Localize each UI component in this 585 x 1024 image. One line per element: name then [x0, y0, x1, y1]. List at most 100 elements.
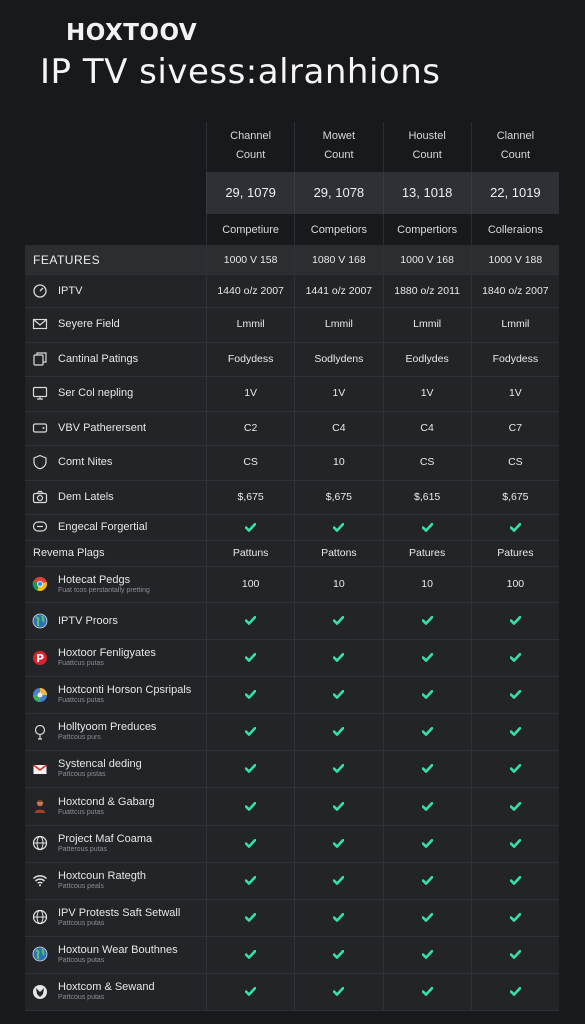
service-text: Hoxtoun Wear Bouthnes Pattcous putas: [58, 943, 178, 964]
table-row[interactable]: Hoxtoun Wear Bouthnes Pattcous putas: [25, 935, 559, 974]
column-header: Channel Count: [206, 122, 294, 172]
monitor-icon: [32, 385, 48, 401]
table-row[interactable]: Hoxtcond & Gabarg Fuattcus putas: [25, 787, 559, 826]
column-count-row: 29, 1079 29, 1078 13, 1018 22, 1019: [206, 172, 559, 214]
check-icon: [382, 973, 471, 1011]
table-cell: Fodydess: [206, 341, 294, 376]
table-row[interactable]: Engecal Forgertial: [25, 514, 559, 541]
check-icon: [470, 676, 559, 714]
table-row[interactable]: Project Maf Coama Patterous putas: [25, 824, 559, 863]
feature-label: Cantinal Patings: [25, 342, 206, 377]
check-icon: [206, 787, 294, 825]
check-icon: [206, 861, 294, 899]
table-cell: C2: [206, 410, 294, 445]
check-icon: [206, 639, 294, 677]
table-cell: 1V: [470, 376, 559, 411]
service-text: Hoxtcond & Gabarg Fuattcus putas: [58, 795, 155, 816]
column-header-row: Channel Count Mowet Count Houstel Count Cla…: [206, 122, 559, 172]
table-row[interactable]: Hoxtcom & Sewand Pattcous putas: [25, 973, 559, 1012]
column-header: Houstel Count: [382, 122, 471, 172]
check-icon: [470, 639, 559, 677]
table-row[interactable]: Holltyoom Preduces Pattcous purs: [25, 713, 559, 752]
check-icon: [294, 602, 382, 640]
check-icon: [206, 676, 294, 714]
svg-text:P: P: [36, 652, 44, 665]
check-icon: [206, 898, 294, 936]
table-row[interactable]: Hoxtcoun Rategth Pattcous peals: [25, 861, 559, 900]
check-icon: [294, 514, 382, 540]
check-icon: [294, 676, 382, 714]
check-icon: [382, 639, 471, 677]
table-row[interactable]: IPV Protests Saft Setwall Pattcous putas: [25, 898, 559, 937]
table-row[interactable]: Systencal deding Pattcous pistas: [25, 750, 559, 789]
service-label: Hoxtcoun Rategth Pattcous peals: [25, 862, 206, 899]
feature-text: Dem Latels: [58, 490, 114, 503]
table-cell: 10: [294, 445, 382, 480]
table-row[interactable]: FEATURES 1000 V 158 1080 V 168 1000 V 168 10…: [25, 245, 559, 275]
service-text: Hotecat Pedgs Fuat tcos perstantally pret…: [58, 573, 150, 594]
service-sublabel: Fuattcus putas: [58, 660, 104, 668]
check-icon: [382, 514, 471, 540]
table-row[interactable]: Dem Latels $,675 $,675 $,615 $,675: [25, 479, 559, 515]
table-row[interactable]: Ser Col nepling 1V 1V 1V 1V: [25, 376, 559, 412]
service-sublabel: Pattcous putas: [58, 994, 105, 1002]
check-icon: [382, 787, 471, 825]
service-sublabel: Pattcous peals: [58, 882, 104, 890]
check-icon: [470, 602, 559, 640]
table-row[interactable]: Revema Plags Pattuns Pattons Patures Patures: [25, 540, 559, 567]
table-row[interactable]: Seyere Field Lmmil Lmmil Lmmil Lmmil: [25, 307, 559, 343]
table-row[interactable]: IPTV Proors: [25, 602, 559, 641]
table-row[interactable]: VBV Patherersent C2 C4 C4 C7: [25, 410, 559, 446]
table-row[interactable]: Hotecat Pedgs Fuat tcos perstantally pret…: [25, 566, 559, 603]
service-label: Hoxtcom & Sewand Pattcous putas: [25, 973, 206, 1010]
service-label: P Hoxtoor Fenligyates Fuattcus putas: [25, 639, 206, 676]
table-cell: C7: [470, 410, 559, 445]
service-text: Project Maf Coama Patterous putas: [58, 832, 153, 853]
table-row[interactable]: Cantinal Patings Fodydess Sodlydens Eodlyde…: [25, 341, 559, 377]
service-label: IPTV Proors: [25, 602, 206, 639]
check-icon: [206, 824, 294, 862]
table-cell: Lmmil: [206, 307, 294, 342]
column-header: Clannel Count: [470, 122, 559, 172]
feature-label: IPTV: [25, 274, 206, 307]
service-text: Holltyoom Preduces Pattcous purs: [58, 721, 157, 742]
service-sublabel: Fuattcus putas: [58, 697, 104, 705]
check-icon: [470, 750, 559, 788]
check-icon: [470, 713, 559, 751]
table-cell: CS: [206, 445, 294, 480]
table-cell: CS: [382, 445, 471, 480]
column-headers: Channel Count Mowet Count Houstel Count Cla…: [206, 122, 559, 246]
feature-text: Comt Nites: [58, 456, 113, 469]
table-cell: CS: [470, 445, 559, 480]
check-icon: [294, 713, 382, 751]
comparison-table: FEATURES 1000 V 158 1080 V 168 1000 V 168 10…: [25, 245, 559, 1012]
table-cell: 1000 V 188: [470, 245, 559, 274]
gauge-icon: [32, 283, 48, 299]
table-cell: Lmmil: [294, 307, 382, 342]
check-icon: [206, 750, 294, 788]
table-row[interactable]: IPTV 1440 o/z 2007 1441 o/z 2007 1880 o/z 2…: [25, 274, 559, 308]
column-sublabel: Competiure: [206, 214, 294, 246]
table-row[interactable]: Hoxtconti Horson Cpsripals Fuattcus putas: [25, 676, 559, 715]
table-row[interactable]: Comt Nites CS 10 CS CS: [25, 445, 559, 481]
table-cell: Sodlydens: [294, 341, 382, 376]
check-icon: [382, 898, 471, 936]
service-label: Systencal deding Pattcous pistas: [25, 750, 206, 787]
check-icon: [294, 824, 382, 862]
table-cell: Lmmil: [470, 307, 559, 342]
column-sublabel: Compertiors: [382, 214, 471, 246]
column-count: 22, 1019: [470, 172, 559, 214]
feature-label: Seyere Field: [25, 307, 206, 342]
table-cell: $,675: [206, 479, 294, 514]
check-icon: [294, 935, 382, 973]
check-icon: [382, 861, 471, 899]
column-header: Mowet Count: [294, 122, 382, 172]
service-sublabel: Patterous putas: [58, 845, 108, 853]
person-icon: [32, 798, 48, 814]
check-icon: [470, 787, 559, 825]
table-row[interactable]: P Hoxtoor Fenligyates Fuattcus putas: [25, 639, 559, 678]
mail-icon: [32, 316, 48, 332]
fox-icon: [32, 984, 48, 1000]
check-icon: [294, 898, 382, 936]
check-icon: [382, 713, 471, 751]
